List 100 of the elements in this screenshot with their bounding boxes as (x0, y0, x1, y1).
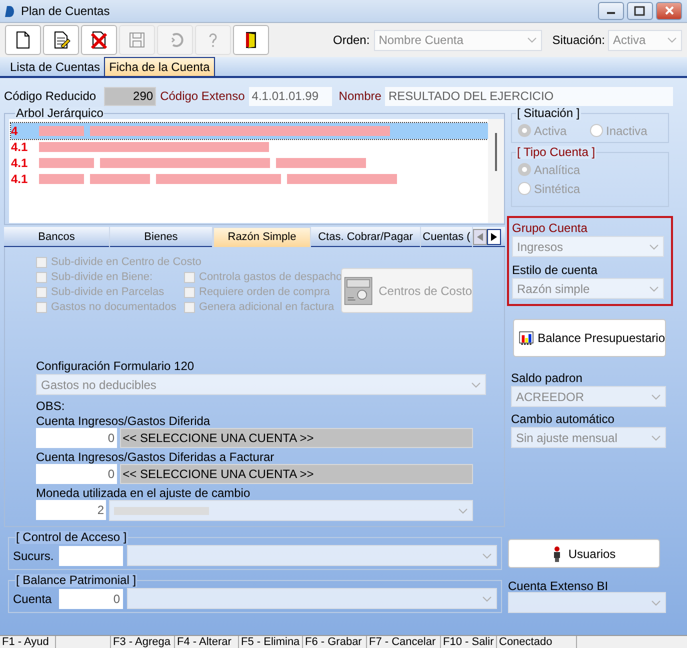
group-title: Arbol Jerárquico (15, 107, 104, 119)
chevron-down-icon (526, 37, 537, 43)
chevron-down-icon (482, 596, 492, 602)
field-label: Configuración Formulario 120 (36, 358, 196, 372)
chevron-down-icon (651, 600, 661, 606)
left-triangle-icon (477, 233, 483, 241)
bi-dropdown[interactable] (508, 592, 666, 613)
status-dropdown[interactable]: Activa (608, 30, 682, 50)
dropdown[interactable] (127, 588, 497, 609)
toolbar-button[interactable] (233, 25, 269, 55)
number-field[interactable]: 0 (36, 428, 117, 448)
tree-item[interactable]: 4.1 (11, 171, 488, 187)
minimize-button[interactable] (598, 2, 624, 20)
blurred-text (39, 126, 84, 136)
radio-label: Sintética (534, 180, 580, 198)
order-dropdown[interactable]: Nombre Cuenta (374, 30, 542, 50)
blurred-text (39, 158, 94, 168)
number-field[interactable]: 0 (36, 464, 117, 484)
account-select-field[interactable]: << SELECCIONE UNA CUENTA >> (120, 428, 473, 448)
field-label: Estilo de cuenta (512, 262, 598, 278)
tab[interactable]: Razón Simple (213, 227, 311, 247)
radio-button[interactable] (590, 124, 603, 137)
number-field[interactable]: 2 (36, 500, 106, 520)
blurred-text (90, 174, 150, 184)
close-icon (663, 6, 675, 16)
checkbox-label: Sub-divide en Parcelas (51, 285, 164, 300)
field-label: Código Reducido (4, 88, 96, 105)
radio-label: Activa (534, 122, 567, 140)
chevron-down-icon (649, 286, 659, 292)
field-label: Cuenta (13, 590, 53, 608)
branch-field[interactable] (59, 546, 123, 566)
checkbox[interactable] (36, 287, 47, 298)
tab[interactable]: Lista de Cuentas (6, 57, 104, 76)
tree-item[interactable]: 4.1 (11, 155, 488, 171)
toolbar-button[interactable] (5, 25, 41, 55)
status-cell: F3 - Agrega (111, 636, 175, 648)
checkbox[interactable] (184, 302, 195, 313)
checkbox-label: Gastos no documentados (51, 300, 176, 316)
budget-balance-button[interactable]: Balance Presupuestario (513, 319, 666, 357)
order-label: Orden: (333, 32, 370, 49)
toolbar-button[interactable] (81, 25, 117, 55)
status-cell: F10 - Salir (441, 636, 497, 648)
checkbox[interactable] (184, 272, 195, 283)
checkbox-label: Requiere orden de compra (199, 285, 330, 300)
tab[interactable]: Ficha de la Cuenta (104, 57, 215, 76)
app-logo-icon (5, 6, 14, 16)
field-label: Código Extenso (160, 88, 245, 105)
chevron-down-icon (458, 508, 468, 514)
group-title: [ Tipo Cuenta ] (516, 146, 596, 159)
account-select-field[interactable]: << SELECCIONE UNA CUENTA >> (120, 464, 473, 484)
person-icon (552, 546, 562, 562)
group-title: [ Situación ] (516, 107, 581, 120)
maximize-button[interactable] (627, 2, 653, 20)
field-label: Grupo Cuenta (512, 220, 588, 236)
field-label: Cambio automático (511, 411, 616, 427)
close-button[interactable] (656, 2, 682, 20)
window-title: Plan de Cuentas (21, 3, 110, 20)
account-field[interactable]: 0 (59, 588, 123, 608)
toolbar-button[interactable] (43, 25, 79, 55)
chevron-down-icon (482, 552, 492, 558)
checkbox[interactable] (184, 287, 195, 298)
document-cross-icon (89, 30, 109, 50)
users-button[interactable]: Usuarios (508, 539, 660, 568)
field-label: Saldo padron (511, 370, 584, 386)
checkbox[interactable] (36, 272, 47, 283)
checkbox-label: Sub-divide en Centro de Costo (51, 255, 202, 270)
blurred-text (39, 174, 84, 184)
status-cell: F6 - Grabar (303, 636, 367, 648)
scrollbar[interactable] (488, 119, 504, 223)
field-label: Sucurs. (13, 548, 55, 564)
chevron-down-icon (651, 434, 661, 440)
tree-item[interactable]: 4.1 (11, 139, 488, 155)
checkbox-label: Controla gastos de despacho (199, 270, 342, 286)
checkbox-label: Genera adicional en factura (199, 300, 334, 316)
chevron-down-icon (651, 394, 661, 400)
radio-button[interactable] (518, 182, 531, 195)
name-field[interactable]: RESULTADO DEL EJERCICIO (385, 86, 673, 106)
tab[interactable]: Bancos (4, 227, 110, 247)
maximize-icon (634, 6, 646, 16)
chevron-down-icon (471, 382, 481, 388)
right-triangle-icon (491, 233, 497, 241)
short-code-field[interactable]: 290 (104, 86, 156, 106)
chevron-down-icon (649, 244, 659, 250)
field-label: Nombre (338, 88, 382, 105)
tab[interactable]: Ctas. Cobrar/Pagar (311, 227, 421, 247)
checkbox[interactable] (36, 257, 47, 268)
radio-button[interactable] (518, 124, 531, 137)
checkbox[interactable] (36, 302, 47, 313)
extended-code-field[interactable]: 4.1.01.01.99 (248, 86, 332, 106)
radio-label: Inactiva (606, 122, 648, 140)
dropdown[interactable] (127, 545, 497, 566)
checkbox-label: Sub-divide en Biene: (51, 270, 153, 286)
field-label: OBS: (36, 398, 66, 412)
status-label: Situación: (552, 32, 605, 49)
scroll-right-button[interactable] (487, 229, 501, 245)
currency-dropdown[interactable] (109, 500, 473, 521)
field-label: Cuenta Ingresos/Gastos Diferidas a Facturar (36, 449, 276, 464)
field-label: Moneda utilizada en el ajuste de cambio (36, 485, 252, 500)
radio-button[interactable] (518, 163, 531, 176)
field-label: Cuenta Extenso BI (508, 578, 610, 592)
